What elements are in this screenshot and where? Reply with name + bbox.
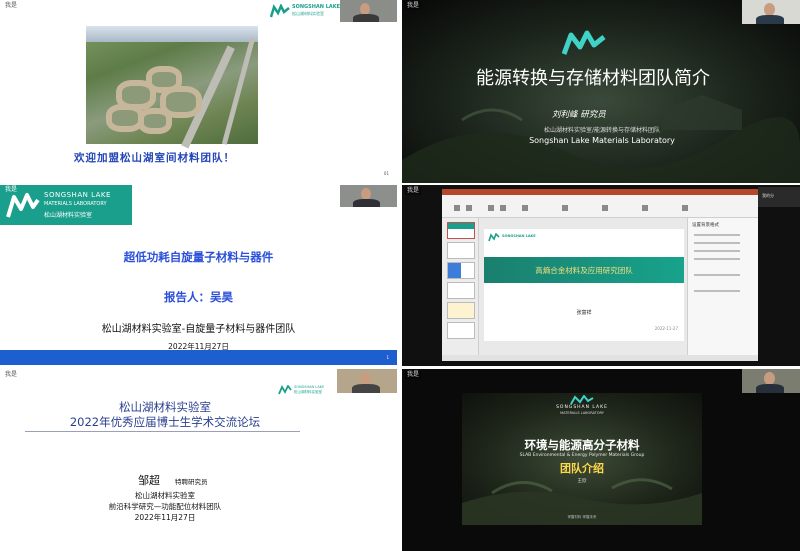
slide-reporter: 报告人：吴昊: [164, 290, 233, 304]
page-number: 01: [383, 171, 389, 176]
ribbon-icon[interactable]: [602, 205, 608, 211]
participant-name: 我是: [5, 2, 18, 9]
video-tile-3[interactable]: SONGSHAN LAKE MATERIALS LABORATORY 松山湖材料…: [0, 185, 397, 366]
slide-author: 王欣: [577, 479, 587, 484]
pane-option[interactable]: [694, 242, 740, 244]
participant-name: 我是: [5, 371, 18, 378]
video-tile-2[interactable]: 我是 能源转换与存储材料团队简介 刘利峰 研究员 松山湖材料实验室/能源转换与存…: [402, 0, 800, 183]
slide-date: 2022年11月27日: [134, 513, 196, 522]
slide-thumbnail-pane[interactable]: [442, 218, 479, 355]
slide-title-2: 2022年优秀应届博士生学术交流论坛: [69, 415, 261, 429]
slide-title-1: 松山湖材料实验室: [119, 400, 211, 414]
participant-name: 我是: [405, 187, 422, 195]
ribbon-icon[interactable]: [562, 205, 568, 211]
participant-camera[interactable]: [337, 369, 397, 393]
logo-text-cn: 松山湖材料实验室: [294, 390, 322, 394]
slide-thumbnail[interactable]: [447, 262, 475, 279]
slide-thumbnail[interactable]: [447, 302, 475, 319]
logo-text-cn: 松山湖材料实验室: [44, 212, 93, 219]
slide-organization: 松山湖材料实验室-自旋量子材料与器件团队: [101, 324, 296, 335]
ribbon-icon[interactable]: [682, 205, 688, 211]
songshan-lake-logo-icon: [488, 233, 500, 242]
ribbon-icon[interactable]: [466, 205, 472, 211]
logo-text-en2: MATERIALS LABORATORY: [560, 411, 604, 415]
video-tile-5[interactable]: 我是 SONGSHAN LAKE 松山湖材料实验室 松山湖材料实验室 2022年…: [0, 369, 397, 551]
logo-text-en: SONGSHAN LAKE: [292, 4, 341, 10]
logo-text-en: SONGSHAN LAKE: [502, 234, 536, 238]
ribbon-icon[interactable]: [642, 205, 648, 211]
pane-option[interactable]: [694, 258, 740, 260]
slide-thumbnail[interactable]: [447, 322, 475, 339]
slide-heading: 团队介绍: [560, 462, 604, 475]
slide-footer: 掌握材料 掌握未来: [567, 515, 597, 519]
slide-thumbnail[interactable]: [447, 242, 475, 259]
logo-text-cn: 松山湖材料实验室: [292, 11, 324, 16]
slide-thumbnail[interactable]: [447, 222, 475, 239]
participant-name: 我是: [5, 186, 18, 193]
slide-canvas: SONGSHAN LAKE MATERIALS LABORATORY 环境与能源…: [462, 393, 702, 525]
status-bar: [442, 355, 758, 361]
participant-camera[interactable]: [340, 185, 397, 207]
logo-text-en: SONGSHAN LAKE: [294, 385, 325, 389]
slide-editor-canvas[interactable]: SONGSHAN LAKE 高熵合金材料及应用研究团队 张富祥 2022-11-…: [484, 229, 684, 341]
pane-option[interactable]: [694, 250, 740, 252]
powerpoint-window[interactable]: SONGSHAN LAKE 高熵合金材料及应用研究团队 张富祥 2022-11-…: [442, 189, 758, 361]
slide-lab-en: Songshan Lake Materials Laboratory: [529, 136, 675, 145]
ribbon-icon[interactable]: [500, 205, 506, 211]
songshan-lake-logo-icon: [6, 193, 40, 218]
slide-title: 环境与能源高分子材料: [524, 438, 640, 452]
logo-text-en: SONGSHAN LAKE: [556, 405, 608, 410]
songshan-lake-logo-icon: [278, 385, 292, 395]
camera-label: 我的分: [762, 193, 774, 198]
slide-thumbnail[interactable]: [447, 282, 475, 299]
slide-title: 高熵合金材料及应用研究团队: [535, 266, 633, 275]
participant-camera[interactable]: 我的分: [758, 187, 800, 207]
slide-subtitle: SLAB Environmental & Energy Polymer Mate…: [519, 453, 645, 458]
participant-camera[interactable]: [340, 0, 397, 22]
speaker-name: 邹超: [138, 474, 160, 487]
songshan-lake-logo-icon: [270, 4, 290, 18]
slide-date: 2022-11-27: [654, 326, 678, 331]
speaker-affiliation: 松山湖材料实验室: [135, 491, 195, 500]
pane-option[interactable]: [694, 234, 740, 236]
video-tile-4[interactable]: 我是 SONGSHAN LAKE 高熵合金材料及应用研究团队 张富祥 2022-…: [402, 185, 800, 366]
campus-aerial-photo: [86, 26, 258, 149]
speaker-team: 前沿科学研究—功能配位材料团队: [108, 502, 222, 511]
slide-title: 超低功耗自旋量子材料与器件: [123, 250, 274, 264]
logo-text-en2: MATERIALS LABORATORY: [44, 201, 107, 207]
logo-banner: SONGSHAN LAKE MATERIALS LABORATORY 松山湖材料…: [0, 185, 132, 225]
participant-name: 我是: [405, 2, 422, 10]
songshan-lake-logo-icon: [562, 30, 606, 55]
video-tile-1[interactable]: 我是 SONGSHAN LAKE 松山湖材料实验室 欢迎加盟松山湖室间材料团队！…: [0, 0, 397, 183]
welcome-text: 欢迎加盟松山湖室间材料团队！: [74, 152, 235, 164]
format-background-pane[interactable]: 设置背景格式: [687, 218, 758, 355]
participant-camera[interactable]: [742, 0, 800, 24]
slide-author: 刘利峰 研究员: [552, 110, 606, 120]
ribbon-icon[interactable]: [454, 205, 460, 211]
slide-title: 能源转换与存储材料团队简介: [476, 68, 710, 89]
pane-option[interactable]: [694, 290, 740, 292]
songshan-lake-logo-icon: [570, 395, 594, 405]
participant-camera[interactable]: [742, 369, 800, 393]
video-tile-6[interactable]: 我是 SONGSHAN LAKE MATERIALS LABORATORY 环境…: [402, 369, 800, 551]
slide-lab-line: 松山湖材料实验室/能源转换与存储材料团队: [543, 127, 661, 134]
logo-text-en: SONGSHAN LAKE: [44, 191, 111, 199]
pane-title: 设置背景格式: [692, 223, 719, 228]
campus-silhouette: [402, 95, 800, 183]
slide-author: 张富祥: [576, 310, 592, 316]
footer-band: [0, 350, 397, 365]
ribbon-toolbar[interactable]: [442, 195, 758, 218]
participant-name: 我是: [405, 371, 422, 379]
ribbon-icon[interactable]: [522, 205, 528, 211]
pane-option[interactable]: [694, 274, 740, 276]
divider: [25, 431, 300, 432]
page-number: 1: [386, 355, 389, 360]
ribbon-icon[interactable]: [488, 205, 494, 211]
speaker-title: 特聘研究员: [175, 478, 208, 486]
